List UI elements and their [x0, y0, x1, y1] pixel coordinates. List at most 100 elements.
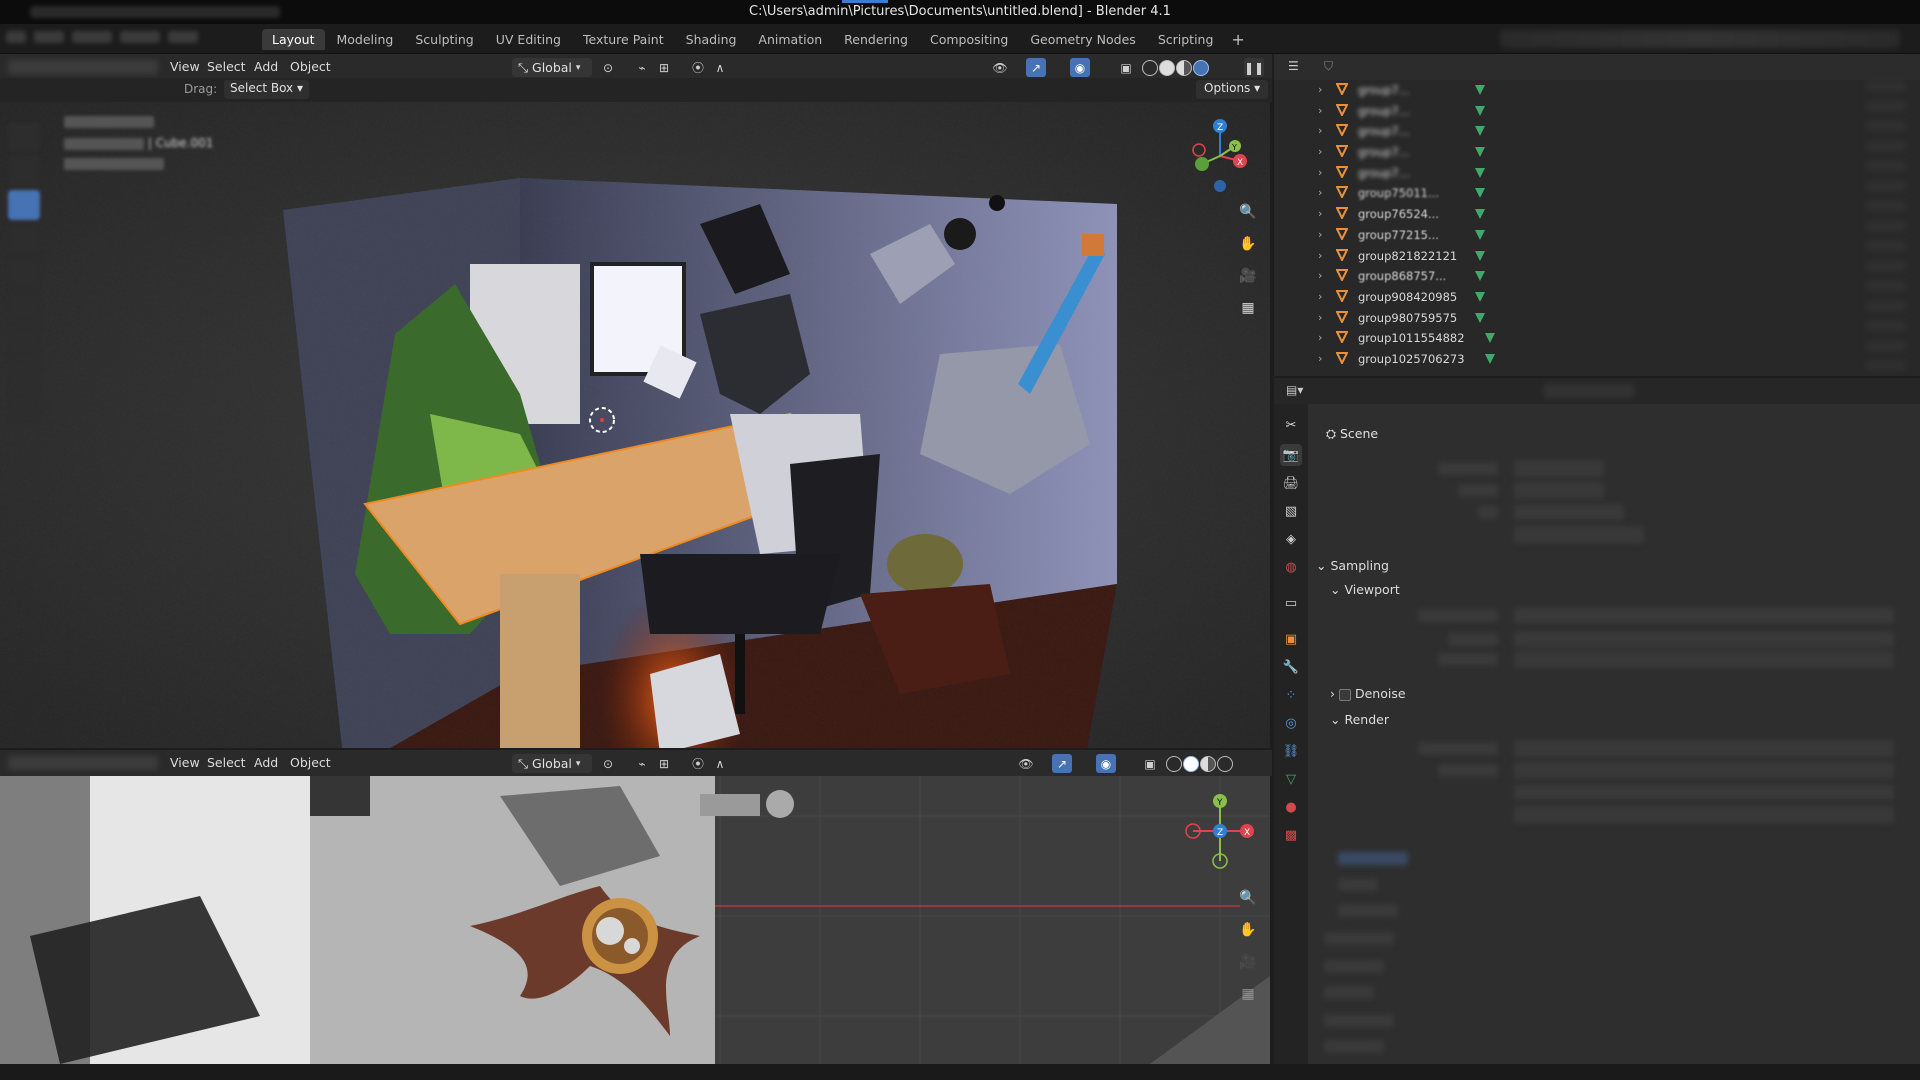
- collection-tab-icon[interactable]: ▭: [1280, 592, 1302, 614]
- snap-target-icon[interactable]: ⊞: [654, 58, 674, 77]
- tab-uv-editing[interactable]: UV Editing: [486, 29, 571, 50]
- gizmo-toggle-icon[interactable]: ↗: [1026, 58, 1046, 77]
- outliner-row[interactable]: › group7...: [1274, 142, 1920, 163]
- snap-icon[interactable]: ⌁: [632, 754, 652, 773]
- menu-add[interactable]: Add: [254, 59, 278, 74]
- chevron-right-icon[interactable]: ›: [1318, 249, 1322, 262]
- chevron-right-icon[interactable]: ›: [1318, 207, 1322, 220]
- grid-view-icon[interactable]: ▦: [1236, 296, 1260, 320]
- tab-animation[interactable]: Animation: [748, 29, 832, 50]
- output-tab-icon[interactable]: 🖨: [1280, 472, 1302, 494]
- pause-render-icon[interactable]: ❚❚: [1244, 58, 1264, 77]
- move-tool[interactable]: [8, 156, 40, 186]
- select-box-tool[interactable]: [8, 190, 40, 220]
- outliner-row[interactable]: › group1025706273: [1274, 349, 1920, 370]
- outliner-row[interactable]: › group7...: [1274, 101, 1920, 122]
- denoise-checkbox[interactable]: [1338, 688, 1351, 701]
- outliner-row[interactable]: › group76524...: [1274, 204, 1920, 225]
- tab-texture-paint[interactable]: Texture Paint: [573, 29, 674, 50]
- data-tab-icon[interactable]: ▽: [1280, 768, 1302, 790]
- pivot-icon[interactable]: ⊙: [598, 754, 618, 773]
- chevron-right-icon[interactable]: ›: [1318, 104, 1322, 117]
- visibility-icon[interactable]: 👁: [990, 58, 1010, 77]
- viewport-subpanel-header[interactable]: ⌄ Viewport: [1330, 582, 1400, 597]
- overlay-toggle-icon[interactable]: ◉: [1070, 58, 1090, 77]
- visibility-icon[interactable]: 👁: [1016, 754, 1036, 773]
- drag-select-box-dropdown[interactable]: Select Box ▾: [224, 80, 309, 99]
- solid-shading-icon[interactable]: [1159, 59, 1175, 76]
- menu-view[interactable]: View: [170, 59, 200, 74]
- orientation-dropdown[interactable]: ⤡ Global ▾: [512, 58, 592, 77]
- material-shading-icon[interactable]: [1200, 755, 1216, 772]
- filter-icon[interactable]: ⛉: [1324, 59, 1333, 74]
- modifier-tab-icon[interactable]: 🔧: [1280, 656, 1302, 678]
- outliner-row[interactable]: › group77215...: [1274, 225, 1920, 246]
- pan-hand-icon[interactable]: ✋: [1236, 232, 1260, 256]
- outliner-row[interactable]: › group75011...: [1274, 183, 1920, 204]
- proportional-edit-icon[interactable]: ⦿: [688, 754, 708, 773]
- scene-tab-icon[interactable]: ◈: [1280, 528, 1302, 550]
- sampling-panel-header[interactable]: ⌄ Sampling: [1316, 558, 1389, 573]
- transform-tool[interactable]: [8, 292, 40, 322]
- measure-tool[interactable]: [8, 360, 40, 390]
- menu-object[interactable]: Object: [290, 59, 331, 74]
- menu-view-bottom[interactable]: View: [170, 755, 200, 770]
- scale-tool[interactable]: [8, 258, 40, 288]
- rendered-shading-icon[interactable]: [1193, 59, 1209, 76]
- chevron-right-icon[interactable]: ›: [1318, 352, 1322, 365]
- material-tab-icon[interactable]: ●: [1280, 796, 1302, 818]
- chevron-right-icon[interactable]: ›: [1318, 311, 1322, 324]
- texture-tab-icon[interactable]: ▩: [1280, 824, 1302, 846]
- tab-geometry-nodes[interactable]: Geometry Nodes: [1020, 29, 1145, 50]
- physics-tab-icon[interactable]: ◎: [1280, 712, 1302, 734]
- tab-modeling[interactable]: Modeling: [327, 29, 404, 50]
- tab-scripting[interactable]: Scripting: [1148, 29, 1224, 50]
- options-dropdown[interactable]: Options ▾: [1196, 80, 1269, 99]
- 3d-viewport-bottom[interactable]: Y X Z 🔍 ✋ 🎥 ▦: [0, 776, 1270, 1064]
- outliner-row[interactable]: › group7...: [1274, 80, 1920, 101]
- outliner-row[interactable]: › group980759575: [1274, 308, 1920, 329]
- orientation-dropdown-bottom[interactable]: ⤡ Global ▾: [512, 754, 592, 773]
- snap-icon[interactable]: ⌁: [632, 58, 652, 77]
- render-tab-icon[interactable]: 📷: [1280, 444, 1302, 466]
- rendered-shading-icon[interactable]: [1217, 755, 1233, 772]
- falloff-icon[interactable]: ∧: [710, 58, 730, 77]
- tool-tab-icon[interactable]: ✂: [1280, 414, 1302, 436]
- tab-shading[interactable]: Shading: [676, 29, 747, 50]
- chevron-right-icon[interactable]: ›: [1318, 186, 1322, 199]
- chevron-right-icon[interactable]: ›: [1318, 83, 1322, 96]
- pivot-icon[interactable]: ⊙: [598, 58, 618, 77]
- navigation-gizmo[interactable]: Z X Y: [1180, 116, 1250, 196]
- chevron-right-icon[interactable]: ›: [1318, 228, 1322, 241]
- chevron-right-icon[interactable]: ›: [1318, 124, 1322, 137]
- annotate-tool[interactable]: [8, 326, 40, 356]
- properties-editor-icon[interactable]: ▤▾: [1286, 383, 1303, 397]
- zoom-icon[interactable]: 🔍: [1236, 200, 1260, 224]
- zoom-icon[interactable]: 🔍: [1236, 886, 1260, 910]
- menu-add-bottom[interactable]: Add: [254, 755, 278, 770]
- menu-select-bottom[interactable]: Select: [207, 755, 246, 770]
- grid-view-icon[interactable]: ▦: [1236, 982, 1260, 1006]
- view-layer-tab-icon[interactable]: ▧: [1280, 500, 1302, 522]
- xray-icon[interactable]: ▣: [1116, 58, 1136, 77]
- object-tab-icon[interactable]: ▣: [1280, 628, 1302, 650]
- chevron-right-icon[interactable]: ›: [1318, 145, 1322, 158]
- denoise-subpanel-header[interactable]: › Denoise: [1330, 686, 1406, 701]
- chevron-right-icon[interactable]: ›: [1318, 331, 1322, 344]
- overlay-toggle-icon[interactable]: ◉: [1096, 754, 1116, 773]
- outliner-row[interactable]: › group908420985: [1274, 287, 1920, 308]
- camera-view-icon[interactable]: 🎥: [1236, 264, 1260, 288]
- particles-tab-icon[interactable]: ⁘: [1280, 684, 1302, 706]
- xray-icon[interactable]: ▣: [1140, 754, 1160, 773]
- proportional-edit-icon[interactable]: ⦿: [688, 58, 708, 77]
- cursor-tool[interactable]: [8, 122, 40, 152]
- menu-select[interactable]: Select: [207, 59, 246, 74]
- rotate-tool[interactable]: [8, 224, 40, 254]
- chevron-right-icon[interactable]: ›: [1318, 290, 1322, 303]
- tab-sculpting[interactable]: Sculpting: [405, 29, 483, 50]
- wireframe-shading-icon[interactable]: [1142, 59, 1158, 76]
- 3d-viewport-main[interactable]: | Cube.001 Z X Y 🔍 ✋ 🎥 ▦: [0, 102, 1270, 748]
- solid-shading-icon[interactable]: [1183, 755, 1199, 772]
- tab-rendering[interactable]: Rendering: [834, 29, 918, 50]
- outliner-row[interactable]: › group821822121: [1274, 246, 1920, 267]
